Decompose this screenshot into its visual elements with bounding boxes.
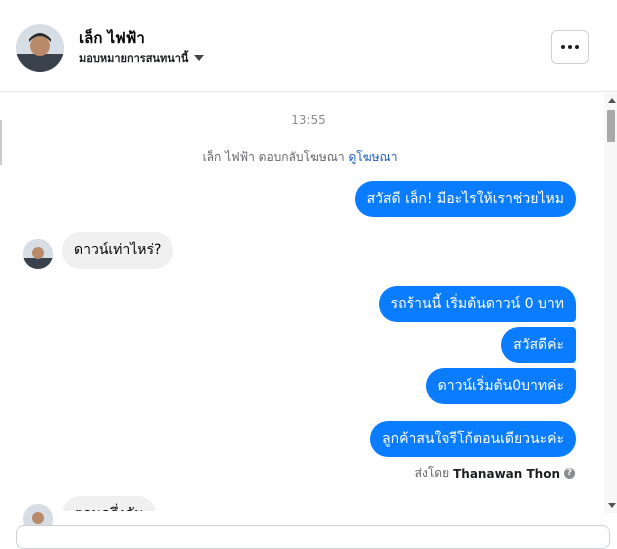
sent-by-name[interactable]: Thanawan Thon [453, 467, 560, 481]
scrollbar[interactable] [604, 93, 617, 513]
contact-name[interactable]: เล็ก ไฟฟ้า [79, 26, 145, 50]
ellipsis-icon [561, 45, 565, 49]
sent-by-prefix: ส่งโดย [414, 466, 450, 480]
message-incoming[interactable]: ดาวน์เท่าไหร่? [62, 232, 174, 269]
assign-conversation-dropdown[interactable]: มอบหมายการสนทนานี้ [79, 49, 205, 67]
scroll-up-arrow-icon[interactable] [608, 98, 616, 103]
scroll-down-arrow-icon[interactable] [608, 503, 616, 508]
message-timestamp: 13:55 [291, 113, 326, 127]
contact-avatar[interactable] [16, 24, 64, 72]
assign-label: มอบหมายการสนทนานี้ [79, 52, 189, 65]
scrollbar-thumb[interactable] [607, 110, 615, 142]
caret-down-icon [194, 55, 205, 61]
message-outgoing[interactable]: สวัสดีค่ะ [501, 327, 576, 363]
more-options-button[interactable] [551, 30, 589, 64]
conversation-header: เล็ก ไฟฟ้า มอบหมายการสนทนานี้ [0, 0, 617, 92]
message-outgoing[interactable]: สวัสดี เล็ก! มีอะไรให้เราช่วยไหม [354, 181, 576, 217]
view-ad-link[interactable]: ดูโฆษณา [349, 150, 398, 164]
contact-avatar-small [23, 239, 53, 269]
ad-reply-text: เล็ก ไฟฟ้า ตอบกลับโฆษณา [202, 150, 345, 164]
ad-reply-notice: เล็ก ไฟฟ้า ตอบกลับโฆษณา ดูโฆษณา [0, 148, 600, 167]
message-composer[interactable] [16, 525, 610, 549]
message-outgoing[interactable]: รถร้านนี้ เริ่มต้นดาวน์ 0 บาท [378, 286, 576, 322]
sent-by-info: ส่งโดย Thanawan Thon ? [415, 464, 575, 483]
message-outgoing[interactable]: ลูกค้าสนใจรีโก้ตอนเดียวนะค่ะ [370, 421, 576, 457]
help-icon[interactable]: ? [564, 468, 575, 479]
message-outgoing[interactable]: ดาวน์เริ่มต้น0บาทค่ะ [425, 368, 576, 404]
